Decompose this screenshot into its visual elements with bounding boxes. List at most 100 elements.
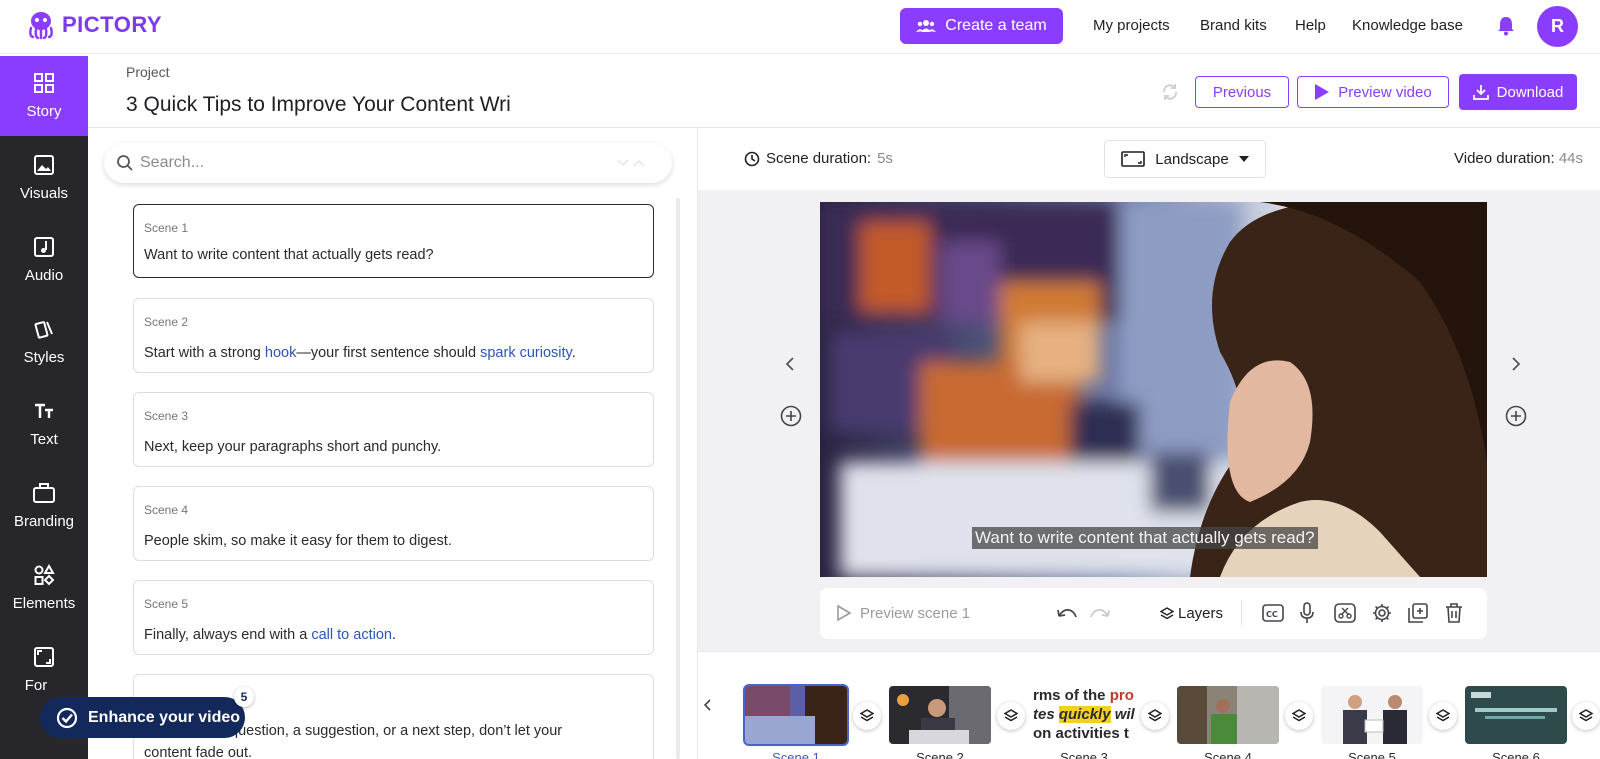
closed-captions-icon[interactable]: CC xyxy=(1262,603,1284,623)
scene-layers-button[interactable] xyxy=(997,702,1025,730)
scene-duration-value[interactable]: 5s xyxy=(877,150,893,167)
undo-icon[interactable] xyxy=(1055,606,1079,622)
layers-icon xyxy=(1436,709,1450,722)
scene-number: Scene 4 xyxy=(144,503,189,517)
scene-layers-button[interactable] xyxy=(853,702,881,730)
add-scene-before-icon[interactable] xyxy=(780,405,802,427)
scene-card-2[interactable]: Scene 2 Start with a strong hook—your fi… xyxy=(133,298,654,373)
chevron-left-icon[interactable] xyxy=(785,357,795,371)
styles-icon xyxy=(34,321,53,339)
video-caption[interactable]: Want to write content that actually gets… xyxy=(972,527,1318,549)
scrollbar[interactable] xyxy=(676,198,680,759)
thumb-text-highlight: pro xyxy=(1109,687,1134,704)
sidebar-item-elements[interactable]: Elements xyxy=(0,548,88,628)
timeline-label-4[interactable]: Scene 4 xyxy=(1177,750,1279,759)
layers-icon xyxy=(1148,709,1162,722)
keyword-highlight: call to action xyxy=(311,627,392,643)
sidebar-item-audio[interactable]: Audio xyxy=(0,220,88,300)
timeline-label-5[interactable]: Scene 5 xyxy=(1321,750,1423,759)
redo-icon[interactable] xyxy=(1088,606,1112,622)
sidebar-item-text[interactable]: Text xyxy=(0,384,88,464)
clock-icon xyxy=(744,151,760,166)
sidebar-item-story[interactable]: Story xyxy=(0,56,88,136)
download-button[interactable]: Download xyxy=(1459,74,1577,110)
avatar[interactable]: R xyxy=(1537,6,1578,47)
microphone-icon[interactable] xyxy=(1299,602,1315,624)
thumb-text: tes xyxy=(1033,706,1059,723)
scene-layers-button[interactable] xyxy=(1429,702,1457,730)
orientation-dropdown[interactable]: Landscape xyxy=(1104,140,1266,178)
enhance-label: Enhance your video xyxy=(88,708,241,726)
timeline-label-6[interactable]: Scene 6 xyxy=(1465,750,1567,759)
timeline-thumb-3[interactable]: rms of the pro tes quickly wil on activi… xyxy=(1033,686,1135,744)
video-duration-label: Video duration: xyxy=(1454,150,1555,167)
nav-knowledge-base[interactable]: Knowledge base xyxy=(1352,17,1463,34)
gear-icon[interactable] xyxy=(1372,603,1392,623)
scene-card-3[interactable]: Scene 3 Next, keep your paragraphs short… xyxy=(133,392,654,467)
timeline-thumb-6[interactable] xyxy=(1465,686,1567,744)
project-title[interactable]: 3 Quick Tips to Improve Your Content Wri xyxy=(126,93,541,121)
preview-video-button[interactable]: Preview video xyxy=(1297,76,1449,108)
sidebar-item-styles[interactable]: Styles xyxy=(0,302,88,382)
scene-text[interactable]: People skim, so make it easy for them to… xyxy=(144,533,452,549)
search-input[interactable] xyxy=(140,154,610,172)
scene-card-5[interactable]: Scene 5 Finally, always end with a call … xyxy=(133,580,654,655)
text-segment: Start with a strong xyxy=(144,345,265,361)
scene-text[interactable]: Finally, always end with a call to actio… xyxy=(144,627,396,643)
check-circle-icon xyxy=(56,707,78,728)
nav-help[interactable]: Help xyxy=(1295,17,1326,34)
scene-duration-label: Scene duration: xyxy=(766,150,872,167)
layers-icon xyxy=(860,709,874,722)
search-bar[interactable] xyxy=(104,143,672,183)
timeline-scroll-left-icon[interactable] xyxy=(702,698,712,712)
sidebar-item-branding[interactable]: Branding xyxy=(0,466,88,546)
scene-layers-button[interactable] xyxy=(1141,702,1169,730)
nav-brand-kits[interactable]: Brand kits xyxy=(1200,17,1267,34)
scene-layers-button[interactable] xyxy=(1572,702,1600,730)
sidebar-item-label: Text xyxy=(30,431,58,448)
scene-number: Scene 3 xyxy=(144,409,189,423)
preview-scene-button[interactable]: Preview scene 1 xyxy=(836,604,970,622)
timeline-label-3[interactable]: Scene 3 xyxy=(1033,750,1135,759)
chevron-right-icon[interactable] xyxy=(1511,357,1521,371)
shapes-icon xyxy=(34,564,55,586)
scissors-icon[interactable] xyxy=(1334,603,1356,623)
scene-number: Scene 1 xyxy=(144,221,189,235)
logo[interactable]: PICTORY xyxy=(26,10,162,40)
scene-text[interactable]: Want to write content that actually gets… xyxy=(144,247,434,263)
duplicate-scene-icon[interactable] xyxy=(1408,603,1428,623)
previous-button[interactable]: Previous xyxy=(1195,76,1289,108)
sidebar-item-label: Story xyxy=(26,103,62,120)
video-preview[interactable] xyxy=(820,202,1487,577)
scene-layers-button[interactable] xyxy=(1285,702,1313,730)
scene-card-1[interactable]: Scene 1 Want to write content that actua… xyxy=(133,204,654,278)
preview-scene-label: Preview scene 1 xyxy=(860,604,971,622)
scene-text[interactable]: Next, keep your paragraphs short and pun… xyxy=(144,439,441,455)
trash-icon[interactable] xyxy=(1445,603,1463,623)
top-navbar: PICTORY Create a team My projects Brand … xyxy=(0,0,1600,54)
bell-icon[interactable] xyxy=(1497,16,1515,36)
scene-text[interactable]: content fade out. xyxy=(144,745,252,759)
chevron-up-down-icon[interactable] xyxy=(616,157,646,169)
layers-button[interactable]: Layers xyxy=(1160,605,1223,622)
scene-text[interactable]: question, a suggestion, or a next step, … xyxy=(230,723,562,739)
timeline-label-1[interactable]: Scene 1 xyxy=(745,750,847,759)
timeline-thumb-1[interactable] xyxy=(743,684,849,746)
play-outline-icon xyxy=(837,604,852,622)
download-icon xyxy=(1472,85,1489,100)
timeline-thumb-5[interactable] xyxy=(1321,686,1423,744)
sidebar-item-visuals[interactable]: Visuals xyxy=(0,138,88,218)
timeline-thumb-4[interactable] xyxy=(1177,686,1279,744)
add-scene-after-icon[interactable] xyxy=(1505,405,1527,427)
thumb-image xyxy=(745,686,847,744)
timeline-thumb-2[interactable] xyxy=(889,686,991,744)
enhance-video-button[interactable]: Enhance your video xyxy=(40,697,245,738)
left-sidebar: Story Visuals Audio Styles Text Branding… xyxy=(0,56,88,759)
scene-text[interactable]: Start with a strong hook—your first sent… xyxy=(144,345,576,361)
sidebar-item-label: Visuals xyxy=(19,185,69,202)
create-team-button[interactable]: Create a team xyxy=(900,8,1063,44)
sync-icon[interactable] xyxy=(1160,82,1180,102)
timeline-label-2[interactable]: Scene 2 xyxy=(889,750,991,759)
scene-card-4[interactable]: Scene 4 People skim, so make it easy for… xyxy=(133,486,654,561)
nav-my-projects[interactable]: My projects xyxy=(1093,17,1170,34)
